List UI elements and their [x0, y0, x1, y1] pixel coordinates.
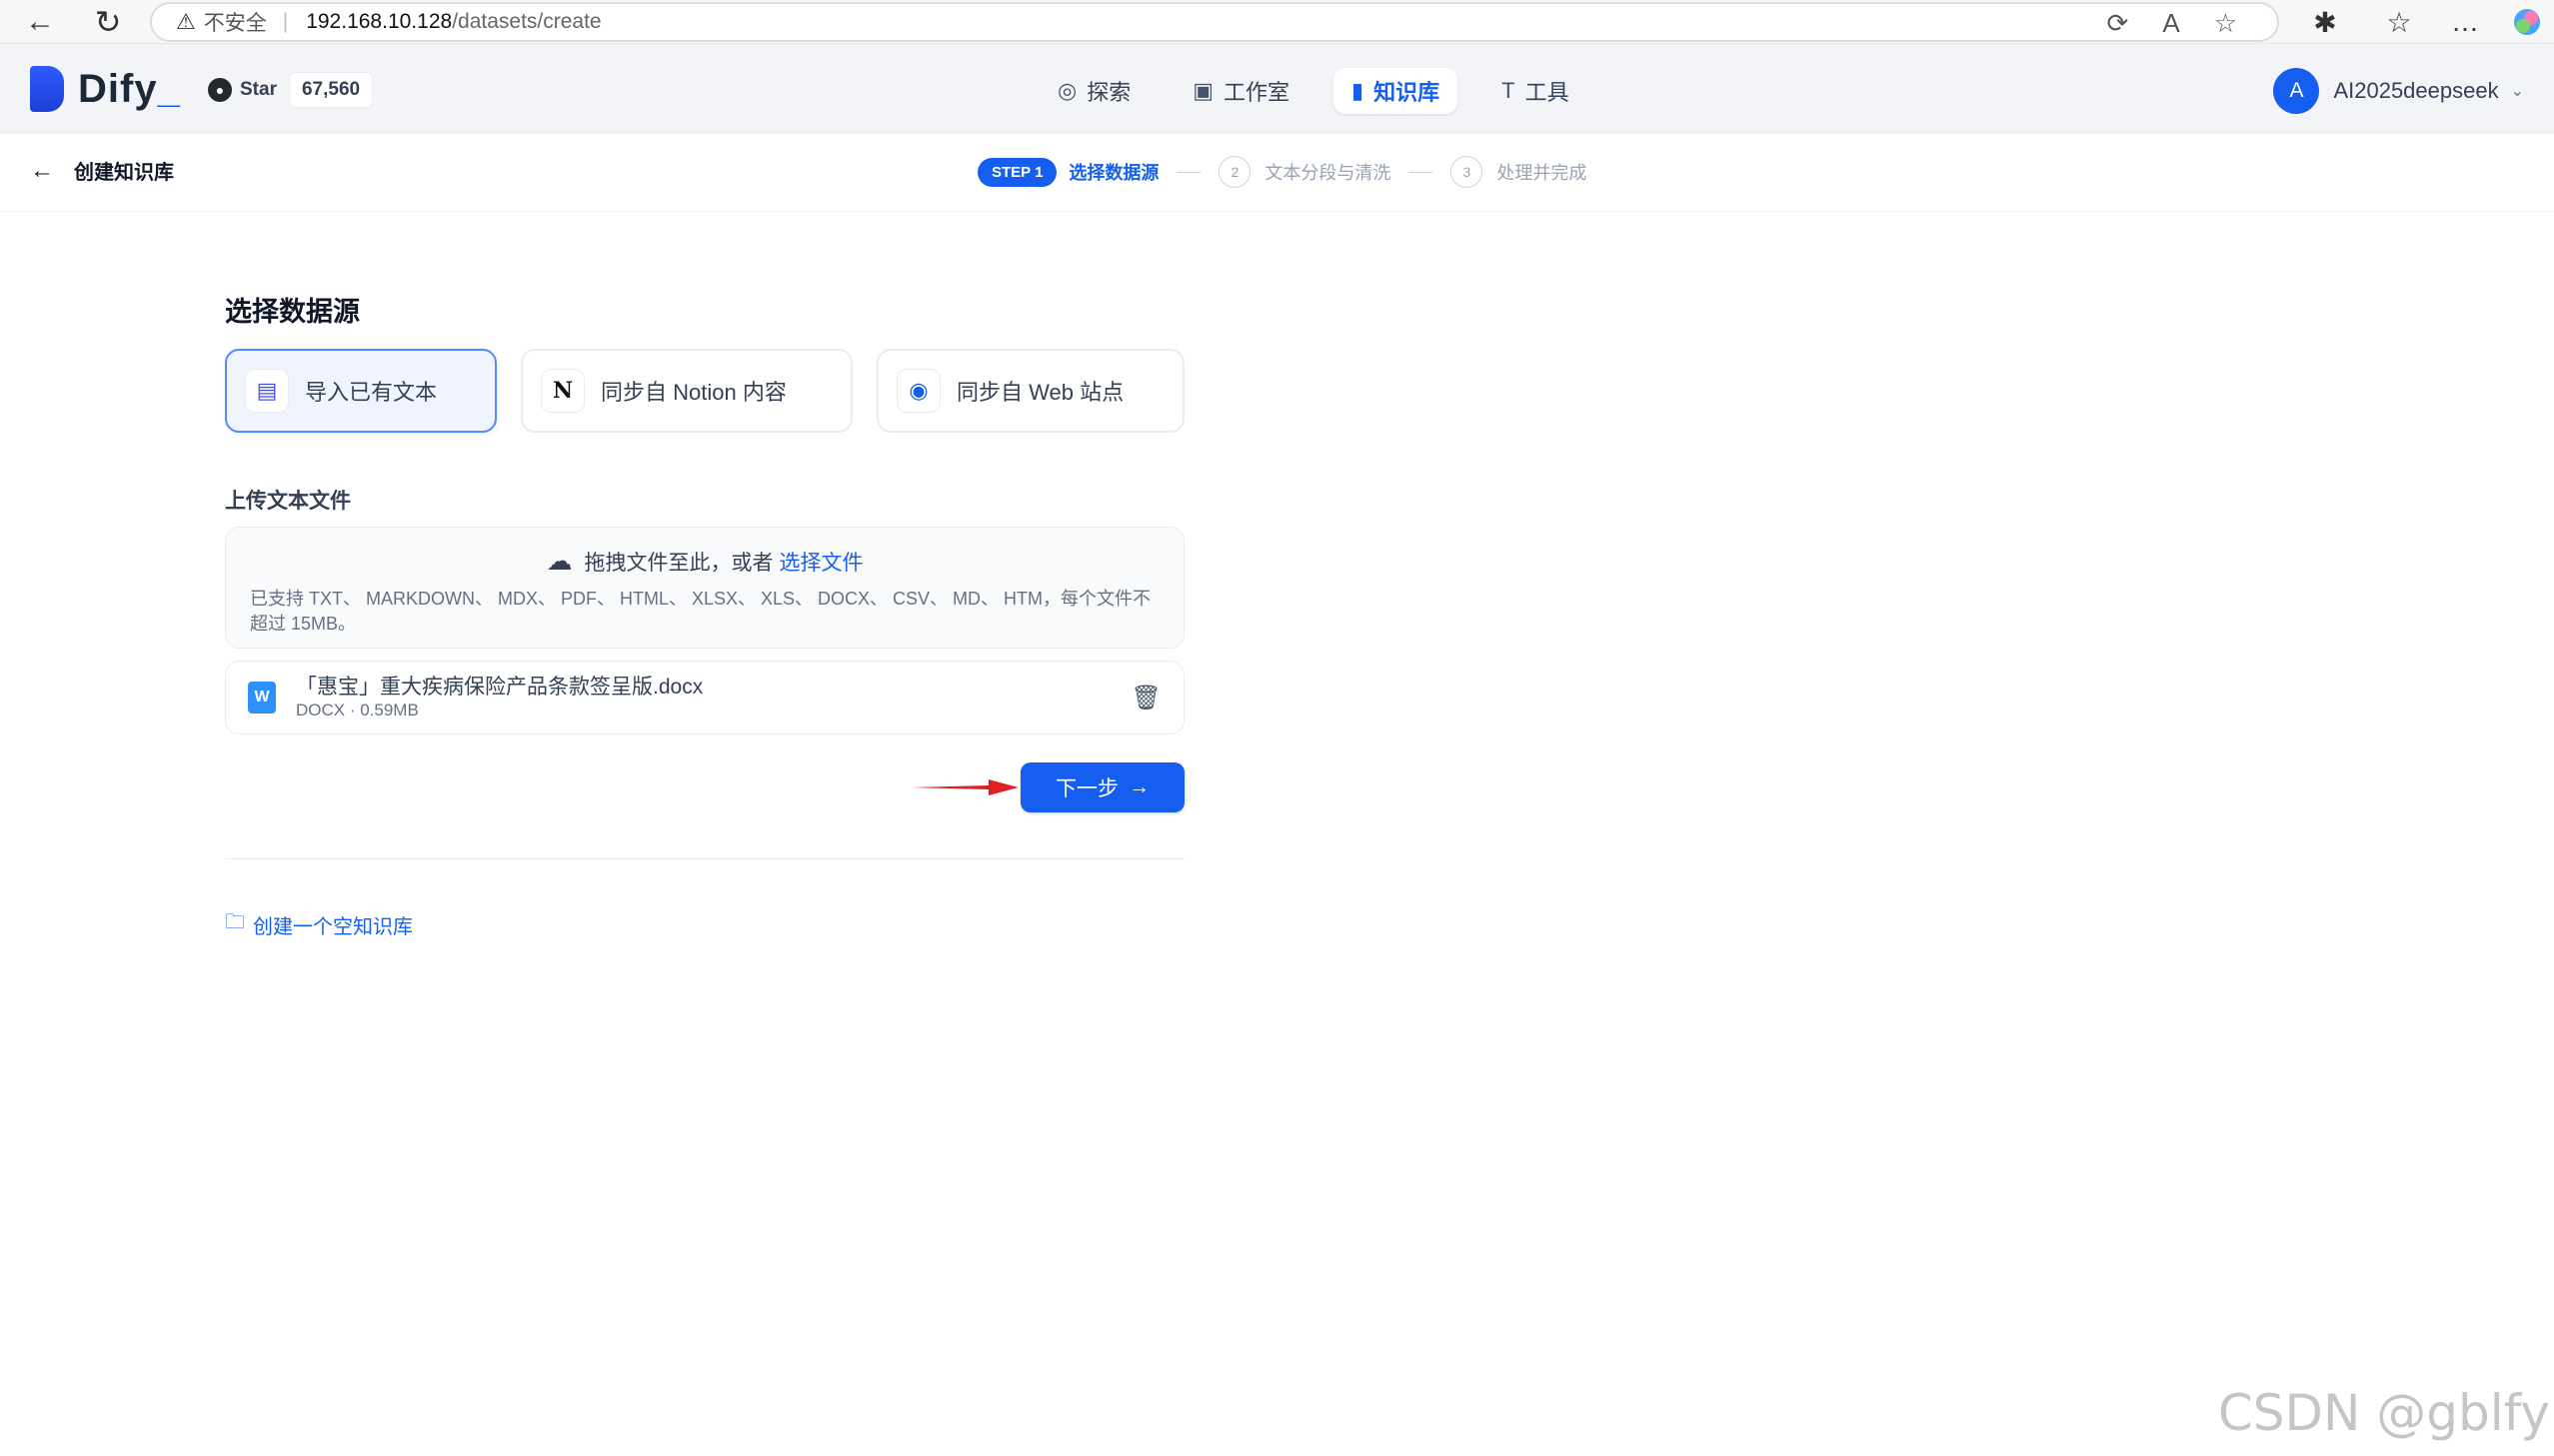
uploaded-file-item: W 「惠宝」重大疾病保险产品条款签呈版.docx DOCX · 0.59MB 🗑	[225, 661, 1185, 734]
star-label: Star	[240, 79, 277, 100]
chevron-down-icon: ⌄	[2510, 83, 2524, 100]
github-star-badge[interactable]: ● Star 67,560	[208, 72, 374, 108]
next-step-label: 下一步	[1056, 777, 1119, 800]
next-step-button[interactable]: 下一步 →	[1021, 762, 1185, 812]
trash-icon[interactable]: 🗑	[1132, 684, 1162, 713]
favorites-icon[interactable]: ☆	[2379, 2, 2419, 42]
source-web[interactable]: ◉ 同步自 Web 站点	[877, 349, 1185, 433]
source-notion[interactable]: N 同步自 Notion 内容	[521, 349, 853, 433]
hammer-icon: T	[1501, 78, 1515, 103]
page-title: 创建知识库	[74, 162, 174, 184]
next-row: 下一步 →	[225, 762, 1185, 812]
main-nav: ◎ 探索 ▣ 工作室 ▮ 知识库 T 工具	[1040, 68, 1587, 114]
nav-explore-label: 探索	[1087, 80, 1132, 105]
dropzone-text: 拖拽文件至此，或者	[584, 551, 774, 575]
url-host: 192.168.10.128	[306, 10, 453, 33]
source-web-label: 同步自 Web 站点	[957, 380, 1125, 405]
logo-text: Dify	[78, 66, 158, 111]
url-path: /datasets/create	[452, 10, 602, 33]
source-notion-label: 同步自 Notion 内容	[601, 380, 787, 405]
step-2-label: 文本分段与清洗	[1265, 163, 1391, 183]
upload-section-title: 上传文本文件	[225, 490, 351, 513]
logo-dot: _	[157, 66, 181, 111]
read-aloud-icon[interactable]: A	[2162, 8, 2179, 39]
select-file-link[interactable]: 选择文件	[780, 547, 864, 577]
create-empty-dataset-label: 创建一个空知识库	[253, 915, 413, 938]
address-bar[interactable]: ⚠ 不安全 | 192.168.10.128/datasets/create ⟳…	[150, 2, 2279, 42]
nav-explore[interactable]: ◎ 探索	[1040, 68, 1149, 114]
notion-icon: N	[541, 369, 585, 413]
file-dropzone[interactable]: ☁ 拖拽文件至此，或者 选择文件 已支持 TXT、 MARKDOWN、 MDX、…	[225, 527, 1185, 649]
arrow-right-icon: →	[1129, 775, 1150, 798]
step-divider	[1177, 171, 1202, 173]
annotation-arrow-icon	[911, 779, 1019, 795]
section-title: 选择数据源	[225, 297, 360, 327]
cloud-upload-icon: ☁	[546, 546, 573, 576]
copilot-icon[interactable]	[2507, 2, 2547, 42]
user-name: AI2025deepseek	[2333, 78, 2499, 103]
source-import-text-label: 导入已有文本	[305, 380, 438, 405]
address-separator: |	[282, 10, 289, 33]
file-icon: ▤	[245, 369, 289, 413]
user-menu[interactable]: A AI2025deepseek ⌄	[2273, 68, 2524, 114]
file-meta: DOCX · 0.59MB	[296, 701, 419, 720]
step-indicator: STEP 1 选择数据源 2 文本分段与清洗 3 处理并完成	[978, 156, 1586, 188]
warning-icon: ⚠	[176, 9, 196, 34]
back-button[interactable]: ← 创建知识库	[30, 156, 174, 185]
word-file-icon: W	[248, 682, 276, 714]
app-header: Dify_ ● Star 67,560 ◎ 探索 ▣ 工作室 ▮ 知识库 T 工…	[0, 44, 2554, 134]
dify-logo[interactable]: Dify_	[30, 66, 181, 112]
step-3-badge: 3	[1450, 156, 1483, 188]
nav-knowledge-label: 知识库	[1373, 80, 1440, 105]
explore-icon: ◎	[1058, 78, 1078, 103]
file-info: 「惠宝」重大疾病保险产品条款签呈版.docx DOCX · 0.59MB	[296, 675, 703, 721]
star-count: 67,560	[288, 72, 374, 108]
avatar: A	[2273, 68, 2320, 114]
step-2-badge: 2	[1219, 156, 1252, 188]
security-status: 不安全	[203, 12, 267, 35]
create-dataset-panel: 选择数据源 ▤ 导入已有文本 N 同步自 Notion 内容 ◉ 同步自 Web…	[225, 290, 1185, 941]
watermark: CSDN @gblfy	[2217, 1384, 2550, 1442]
github-icon: ●	[208, 78, 232, 102]
page-subheader: ← 创建知识库 STEP 1 选择数据源 2 文本分段与清洗 3 处理并完成	[0, 134, 2554, 212]
nav-tools-label: 工具	[1524, 80, 1569, 105]
nav-studio[interactable]: ▣ 工作室	[1175, 68, 1307, 114]
arrow-left-icon: ←	[30, 156, 54, 184]
translate-icon[interactable]: ⟳	[2107, 8, 2129, 39]
step-1-badge: STEP 1	[978, 157, 1058, 187]
divider	[225, 858, 1185, 859]
folder-icon: 🗀	[225, 911, 245, 933]
favorite-star-icon[interactable]: ☆	[2214, 8, 2237, 39]
more-icon[interactable]: …	[2445, 2, 2485, 42]
globe-icon: ◉	[897, 369, 941, 413]
step-divider	[1408, 171, 1433, 173]
browser-back-icon[interactable]: ←	[20, 2, 60, 42]
source-import-text[interactable]: ▤ 导入已有文本	[225, 349, 497, 433]
step-1-label: 选择数据源	[1069, 163, 1160, 183]
extensions-icon[interactable]: ✱	[2305, 2, 2345, 42]
book-icon: ▮	[1351, 78, 1364, 103]
nav-studio-label: 工作室	[1224, 80, 1290, 105]
dropzone-prompt: ☁ 拖拽文件至此，或者 选择文件	[250, 546, 1160, 577]
logo-mark-icon	[30, 66, 64, 112]
step-3-label: 处理并完成	[1496, 163, 1587, 183]
data-source-options: ▤ 导入已有文本 N 同步自 Notion 内容 ◉ 同步自 Web 站点	[225, 349, 1185, 433]
address-actions: ⟳ A ☆	[2107, 8, 2237, 39]
robot-icon: ▣	[1193, 78, 1215, 103]
browser-reload-icon[interactable]: ↻	[88, 2, 128, 42]
supported-formats-hint: 已支持 TXT、 MARKDOWN、 MDX、 PDF、 HTML、 XLSX、…	[250, 589, 1152, 634]
nav-tools[interactable]: T 工具	[1483, 68, 1586, 114]
browser-toolbar: ← ↻ ⚠ 不安全 | 192.168.10.128/datasets/crea…	[0, 0, 2554, 44]
nav-knowledge[interactable]: ▮ 知识库	[1333, 68, 1458, 114]
file-name: 「惠宝」重大疾病保险产品条款签呈版.docx	[296, 676, 704, 699]
create-empty-dataset-link[interactable]: 🗀 创建一个空知识库	[225, 907, 1185, 941]
